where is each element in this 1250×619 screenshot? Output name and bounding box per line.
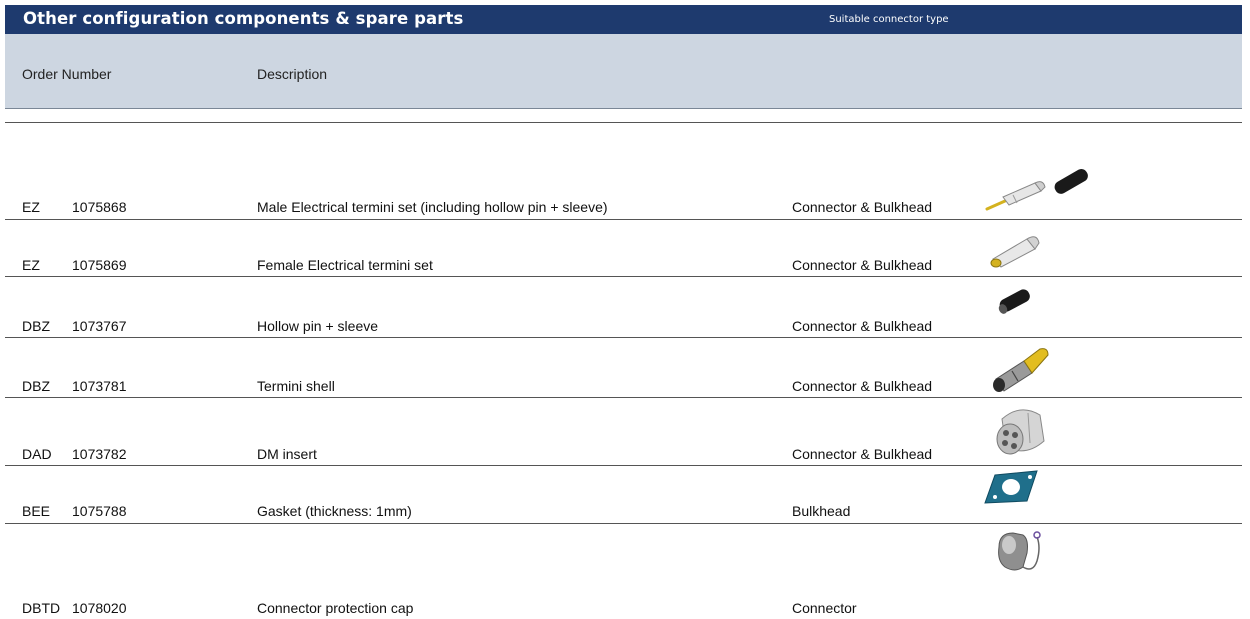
order-number: 1073782 [72, 446, 127, 462]
connector-type: Connector & Bulkhead [792, 318, 933, 334]
table-row: DBZ 1073781 Termini shell Connector & Bu… [5, 337, 1242, 398]
termini-shell-icon [993, 348, 1049, 392]
connector-type: Connector & Bulkhead [792, 446, 933, 462]
dm-insert-icon [996, 409, 1045, 455]
order-prefix: EZ [22, 257, 40, 273]
connector-type: Bulkhead [792, 503, 851, 519]
column-header-band: Order Number Description [5, 34, 1242, 109]
connector-type-heading: Suitable connector type [829, 14, 949, 25]
order-number: 1075788 [72, 503, 127, 519]
connector-type: Connector [792, 600, 857, 616]
connector-type: Connector & Bulkhead [792, 378, 933, 394]
connector-type: Connector & Bulkhead [792, 199, 933, 215]
connector-type: Connector & Bulkhead [792, 257, 933, 273]
order-number: 1073767 [72, 318, 127, 334]
description-header: Description [257, 66, 328, 82]
order-prefix: DBZ [22, 378, 50, 394]
table-row: DBZ 1073767 Hollow pin + sleeve Connecto… [5, 276, 1242, 338]
order-number: 1073781 [72, 378, 127, 394]
order-number: 1075868 [72, 199, 127, 215]
part-description: DM insert [257, 446, 317, 462]
hollow-pin-sleeve-icon [998, 289, 1030, 314]
order-number: 1075869 [72, 257, 127, 273]
male-termini-set-icon [985, 169, 1088, 211]
part-description: Gasket (thickness: 1mm) [257, 503, 412, 519]
female-termini-set-icon [990, 236, 1040, 268]
table-row: DBTD 1078020 Connector protection cap Co… [5, 523, 1242, 619]
part-description: Hollow pin + sleeve [257, 318, 379, 334]
protection-cap-icon [998, 531, 1041, 571]
order-prefix: EZ [22, 199, 40, 215]
order-number: 1078020 [72, 600, 127, 616]
order-prefix: BEE [22, 503, 51, 519]
part-description: Male Electrical termini set (including h… [257, 199, 608, 215]
table-row: BEE 1075788 Gasket (thickness: 1mm) Bulk… [5, 465, 1242, 524]
order-number-header: Order Number [22, 66, 112, 82]
part-description: Termini shell [257, 378, 335, 394]
page-title: Other configuration components & spare p… [23, 9, 464, 28]
parts-table: EZ 1075868 Male Electrical termini set (… [5, 122, 1242, 619]
order-prefix: DAD [22, 446, 52, 462]
gasket-icon [984, 470, 1038, 504]
part-description: Female Electrical termini set [257, 257, 433, 273]
order-prefix: DBTD [22, 600, 61, 616]
table-row: DAD 1073782 DM insert Connector & Bulkhe… [5, 397, 1242, 466]
table-row: EZ 1075868 Male Electrical termini set (… [5, 123, 1242, 220]
title-bar: Other configuration components & spare p… [5, 5, 1242, 34]
part-description: Connector protection cap [257, 600, 414, 616]
order-prefix: DBZ [22, 318, 50, 334]
table-row: EZ 1075869 Female Electrical termini set… [5, 219, 1242, 277]
